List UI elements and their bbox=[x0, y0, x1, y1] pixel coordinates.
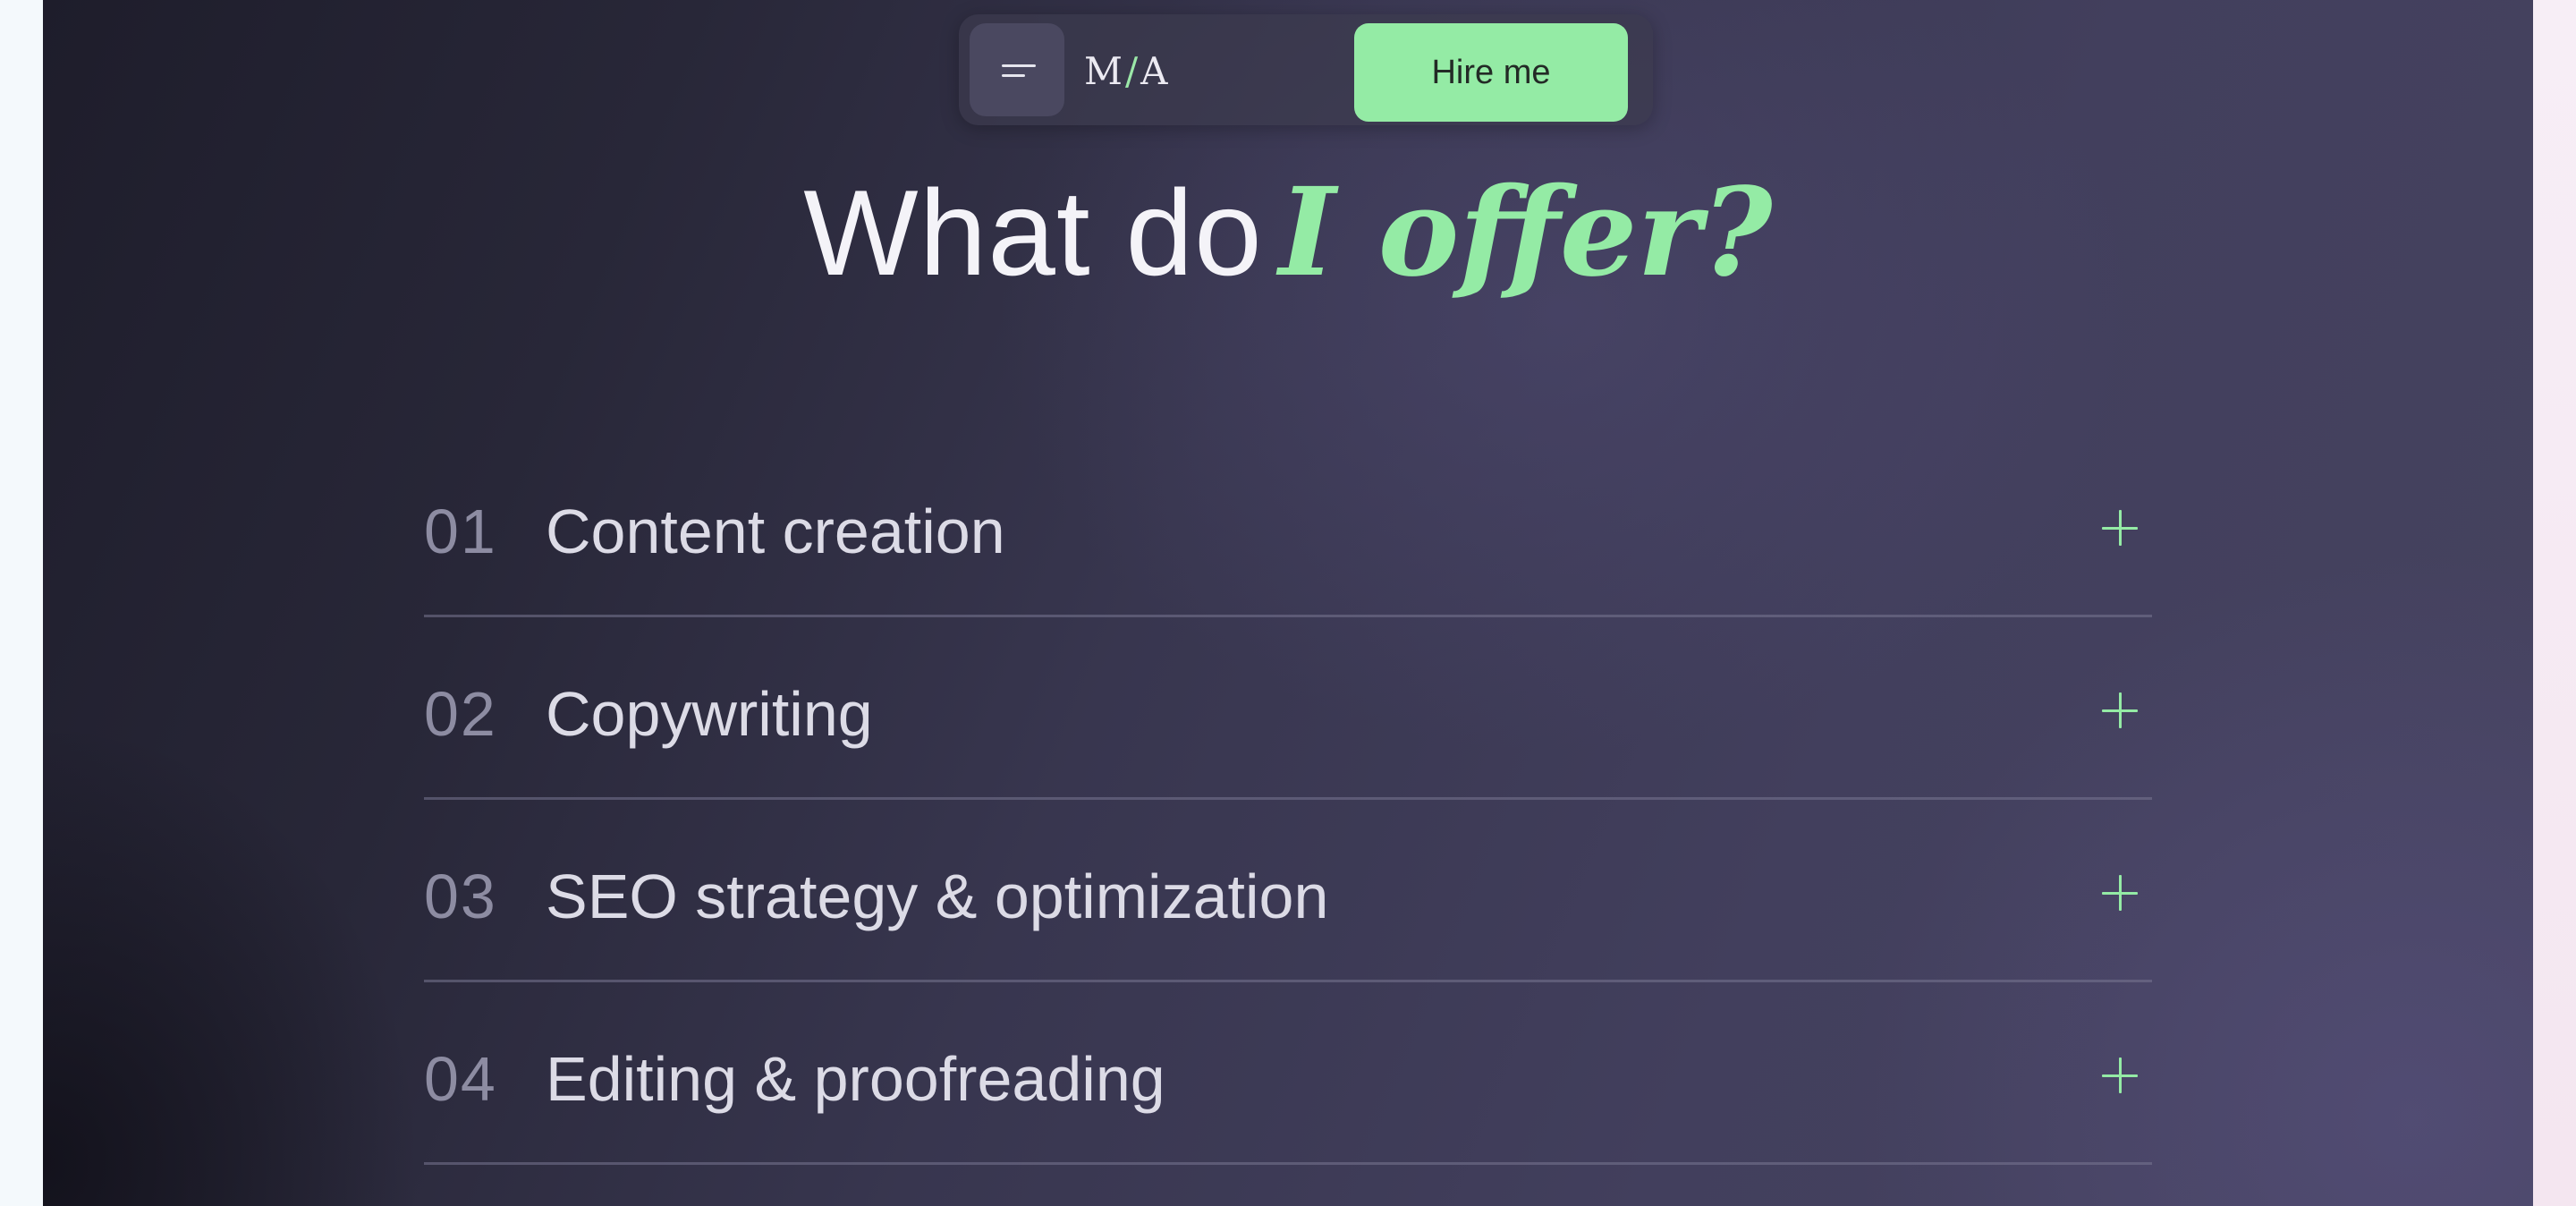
plus-icon[interactable] bbox=[2102, 875, 2138, 911]
service-label: Content creation bbox=[546, 497, 1005, 566]
title-plain: What do bbox=[803, 165, 1263, 301]
title-accent: I offer? bbox=[1278, 161, 1773, 304]
menu-button[interactable] bbox=[970, 23, 1064, 116]
service-label: SEO strategy & optimization bbox=[546, 862, 1329, 931]
logo-initial-a: A bbox=[1140, 49, 1169, 93]
logo[interactable]: M/A bbox=[1084, 50, 1169, 93]
top-nav: M/A Hire me bbox=[959, 14, 1653, 125]
logo-initial-m: M bbox=[1084, 49, 1124, 93]
service-item-content-creation[interactable]: 01 Content creation bbox=[424, 435, 2152, 617]
service-number: 02 bbox=[424, 679, 497, 749]
service-item-editing[interactable]: 04 Editing & proofreading bbox=[424, 982, 2152, 1165]
plus-icon[interactable] bbox=[2102, 1057, 2138, 1093]
hire-me-button[interactable]: Hire me bbox=[1354, 23, 1628, 122]
page-edge-left bbox=[0, 0, 43, 1206]
service-item-seo[interactable]: 03 SEO strategy & optimization bbox=[424, 800, 2152, 982]
service-label: Copywriting bbox=[546, 679, 873, 749]
plus-icon[interactable] bbox=[2102, 692, 2138, 728]
service-number: 03 bbox=[424, 862, 497, 931]
services-list: 01 Content creation 02 Copywriting 03 SE… bbox=[424, 435, 2152, 1165]
service-number: 01 bbox=[424, 497, 497, 566]
service-number: 04 bbox=[424, 1044, 497, 1114]
page-edge-right bbox=[2533, 0, 2576, 1206]
page-title: What do I offer? bbox=[43, 161, 2533, 304]
services-section: M/A Hire me What do I offer? 01 Content c… bbox=[43, 0, 2533, 1206]
page: M/A Hire me What do I offer? 01 Content c… bbox=[0, 0, 2576, 1206]
plus-icon[interactable] bbox=[2102, 510, 2138, 546]
service-item-copywriting[interactable]: 02 Copywriting bbox=[424, 617, 2152, 800]
service-label: Editing & proofreading bbox=[546, 1044, 1165, 1114]
logo-slash: / bbox=[1125, 49, 1140, 93]
